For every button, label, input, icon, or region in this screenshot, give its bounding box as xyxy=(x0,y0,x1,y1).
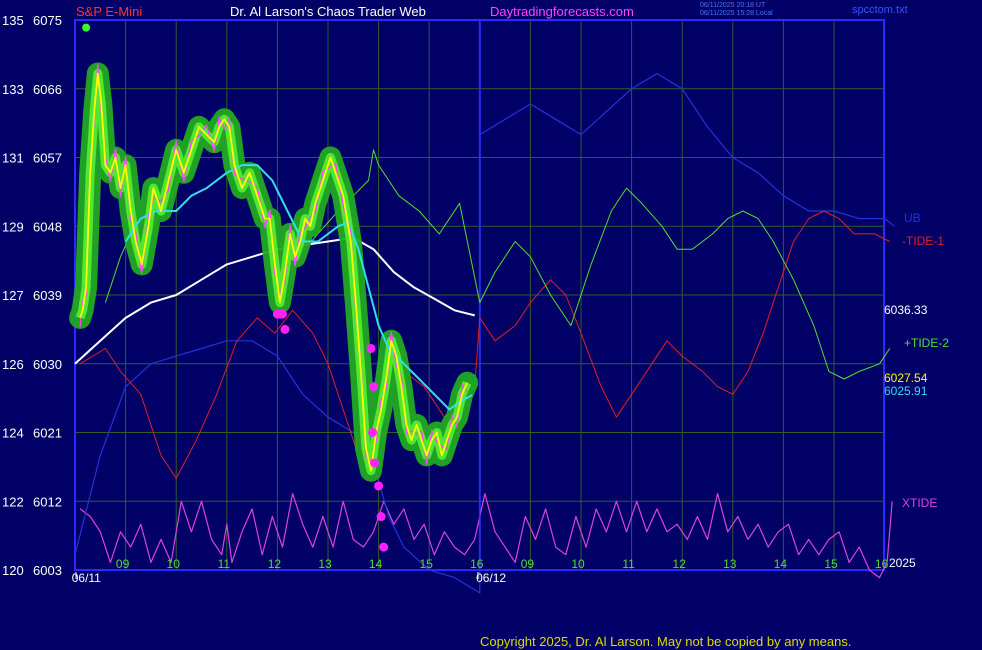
marker-dot xyxy=(366,343,376,353)
series-xtide-label: XTIDE xyxy=(902,496,937,510)
x-date-label: 06/12 xyxy=(476,571,506,585)
marker-dot xyxy=(374,481,384,491)
x-hour-label: 10 xyxy=(571,557,585,571)
x-hour-label: 14 xyxy=(774,557,788,571)
y-tick-label-left: 126 xyxy=(2,357,24,372)
y-tick-label-left: 122 xyxy=(2,494,24,509)
site-title: Dr. Al Larson's Chaos Trader Web xyxy=(230,4,426,19)
x-end-label: 2025 xyxy=(889,556,916,570)
y-tick-label-right: 6012 xyxy=(33,494,62,509)
marker-dot xyxy=(369,382,379,392)
marker-dot xyxy=(280,324,290,334)
x-hour-label: 09 xyxy=(521,557,535,571)
y-tick-label-left: 131 xyxy=(2,151,24,166)
y-tick-label-right: 6030 xyxy=(33,357,62,372)
y-tick-label-left: 127 xyxy=(2,288,24,303)
x-hour-label: 15 xyxy=(824,557,838,571)
timestamp-utc: 06/11/2025 20:18 UT xyxy=(700,2,766,9)
y-tick-label-right: 6039 xyxy=(33,288,62,303)
y-tick-label-right: 6057 xyxy=(33,151,62,166)
series-cyan_avg-line xyxy=(124,164,473,411)
x-hour-label: 09 xyxy=(116,557,130,571)
copyright-notice: Copyright 2025, Dr. Al Larson. May not b… xyxy=(480,634,852,649)
x-hour-label: 13 xyxy=(318,557,332,571)
x-hour-label: 15 xyxy=(420,557,434,571)
site-url[interactable]: Daytradingforecasts.com xyxy=(490,4,634,19)
y-tick-label-right: 6021 xyxy=(33,426,62,441)
series-ub-label: UB xyxy=(904,211,921,225)
y-tick-label-right: 6048 xyxy=(33,219,62,234)
x-hour-label: 11 xyxy=(218,557,231,571)
y-tick-label-right: 6075 xyxy=(33,13,62,28)
y-tick-label-left: 133 xyxy=(2,82,24,97)
end-value-label: 6036.33 xyxy=(884,303,928,317)
marker-dot xyxy=(370,458,380,468)
y-tick-label-right: 6003 xyxy=(33,563,62,578)
label-layer: 135 6075 133 6066 131 6057 129 6048 127 6039 126 60… xyxy=(2,13,949,585)
series-tide1-label: -TIDE-1 xyxy=(902,234,944,248)
x-hour-label: 16 xyxy=(875,557,889,571)
y-tick-label-left: 120 xyxy=(2,563,24,578)
y-tick-label-left: 135 xyxy=(2,13,24,28)
y-tick-label-left: 124 xyxy=(2,426,24,441)
x-hour-label: 11 xyxy=(622,557,635,571)
marker-dot xyxy=(368,428,378,437)
x-hour-label: 12 xyxy=(268,557,282,571)
end-value-label: 6027.54 xyxy=(884,371,928,385)
series-tide1-line xyxy=(79,210,890,479)
x-hour-label: 12 xyxy=(673,557,687,571)
series-tide2-label: +TIDE-2 xyxy=(904,336,949,350)
start-marker-dot xyxy=(82,23,91,32)
x-hour-label: 16 xyxy=(470,557,484,571)
marker-dot xyxy=(277,309,287,319)
x-hour-label: 10 xyxy=(167,557,181,571)
marker-layer xyxy=(82,23,389,552)
chart-canvas: 135 6075 133 6066 131 6057 129 6048 127 6039 126 60… xyxy=(2,13,949,594)
x-hour-label: 14 xyxy=(369,557,383,571)
x-hour-label: 13 xyxy=(723,557,737,571)
timestamp-local: 06/11/2025 15:28 Local xyxy=(700,10,773,17)
y-tick-label-left: 129 xyxy=(2,219,24,234)
price-shadow-layer xyxy=(69,62,479,482)
series-xtide-line xyxy=(79,493,893,579)
data-file-name: spcctom.txt xyxy=(852,4,908,16)
symbol-title: S&P E-Mini xyxy=(76,4,143,19)
end-value-label: 6025.91 xyxy=(884,384,928,398)
y-tick-label-right: 6066 xyxy=(33,82,62,97)
marker-dot xyxy=(379,542,389,552)
marker-dot xyxy=(376,512,386,522)
